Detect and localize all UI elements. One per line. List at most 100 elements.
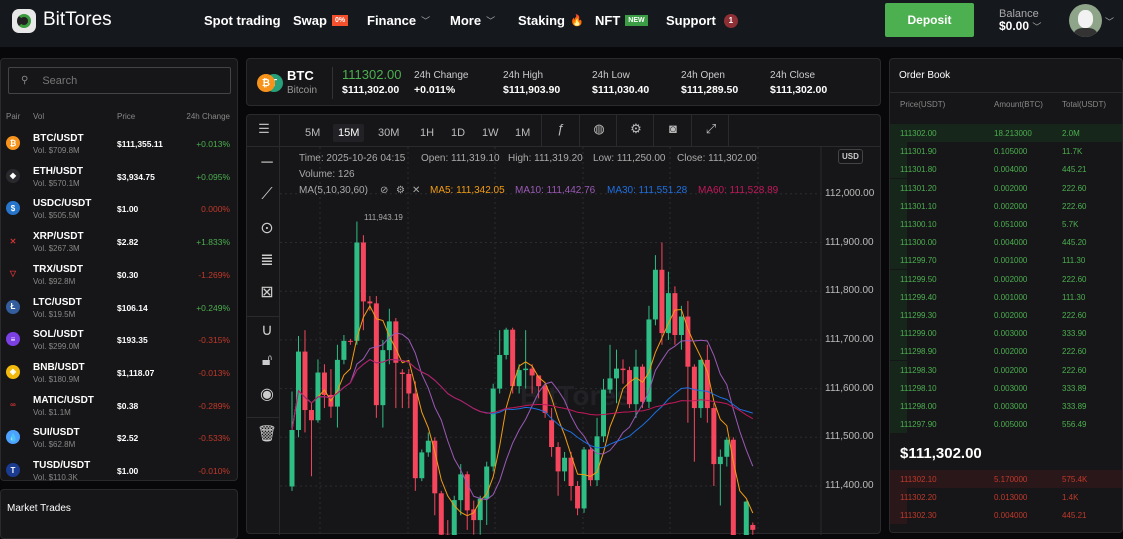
nav-finance[interactable]: Finance﹀ — [367, 13, 430, 28]
chevron-down-icon: ﹀ — [486, 14, 495, 27]
order-book-row[interactable]: 111301.10 0.002000 222.60 — [890, 197, 1122, 215]
order-book-row[interactable]: 111298.10 0.003000 333.89 — [890, 379, 1122, 397]
pair-row[interactable]: T TUSD/USDT Vol. $110.3K $1.00 -0.010% — [1, 455, 237, 488]
nav-staking[interactable]: Staking🔥 — [518, 13, 584, 28]
candle-body — [504, 330, 509, 355]
y-tick-label: 111,400.00 — [825, 480, 874, 491]
order-book-row[interactable]: 111298.90 0.002000 222.60 — [890, 342, 1122, 360]
pair-change: 0.000% — [201, 204, 230, 214]
order-book-row[interactable]: 111302.20 0.013000 1.4K — [890, 488, 1122, 506]
order-book-row[interactable]: 111298.00 0.003000 333.89 — [890, 397, 1122, 415]
screenshot-camera-icon[interactable]: ◙ — [661, 121, 685, 141]
ma-close-icon[interactable]: ✕ — [412, 185, 420, 196]
candle-body — [692, 367, 697, 408]
pair-row[interactable]: 💧 SUI/USDT Vol. $62.8M $2.52 -0.533% — [1, 422, 237, 455]
timeframe-30m[interactable]: 30M — [373, 124, 404, 142]
order-total: 222.60 — [1062, 184, 1086, 193]
currency-badge[interactable]: USD — [838, 149, 863, 164]
pair-row[interactable]: ∞ MATIC/USDT Vol. $1.1M $0.38 -0.289% — [1, 390, 237, 423]
order-book-row[interactable]: 111299.40 0.001000 111.30 — [890, 288, 1122, 306]
pair-row[interactable]: ≡ SOL/USDT Vol. $299.0M $193.35 -0.315% — [1, 324, 237, 357]
order-book-row[interactable]: 111297.90 0.005000 556.49 — [890, 415, 1122, 433]
unlock-icon[interactable]: 🔓︎ — [255, 352, 279, 376]
order-book-panel: Order Book Price(USDT) Amount(BTC) Total… — [889, 58, 1123, 533]
order-book-row[interactable]: 111301.80 0.004000 445.21 — [890, 160, 1122, 178]
pair-row[interactable]: ◈ BNB/USDT Vol. $180.9M $1,118.07 -0.013… — [1, 357, 237, 390]
order-price: 111300.10 — [900, 220, 937, 229]
pair-row[interactable]: Ł LTC/USDT Vol. $19.5M $106.14 +0.249% — [1, 292, 237, 325]
order-book-row[interactable]: 111302.00 18.213000 2.0M — [890, 124, 1122, 142]
pair-row[interactable]: ◆ ETH/USDT Vol. $570.1M $3,934.75 +0.095… — [1, 161, 237, 194]
order-book-row[interactable]: 111302.10 5.170000 575.4K — [890, 470, 1122, 488]
candle-body — [361, 243, 366, 302]
ma-hide-eye-icon[interactable]: ⊘ — [380, 185, 388, 196]
pair-change: -0.010% — [198, 466, 230, 476]
timeframe-1w[interactable]: 1W — [477, 124, 504, 142]
circle-tool-icon[interactable]: ⊙ — [255, 218, 279, 242]
pair-price: $111,355.11 — [117, 139, 163, 149]
pair-name: TUSD/USDT — [33, 460, 90, 471]
candlestick-chart[interactable]: BitTores — [280, 147, 880, 535]
order-total: 11.7K — [1062, 147, 1082, 156]
pair-volume: Vol. $62.8M — [33, 440, 75, 449]
pair-row[interactable]: ▽ TRX/USDT Vol. $92.8M $0.30 -1.269% — [1, 259, 237, 292]
order-book-row[interactable]: 111300.10 0.051000 5.7K — [890, 215, 1122, 233]
collapse-sidebar-icon[interactable]: ☰ — [252, 121, 276, 141]
order-book-row[interactable]: 111299.70 0.001000 111.30 — [890, 251, 1122, 269]
indicator-fx-icon[interactable]: ƒ — [549, 121, 573, 141]
nav-spot-trading[interactable]: Spot trading — [204, 13, 281, 28]
order-book-row[interactable]: 111301.20 0.002000 222.60 — [890, 179, 1122, 197]
order-price: 111298.30 — [900, 366, 937, 375]
chevron-down-icon[interactable]: ﹀ — [1105, 15, 1114, 28]
eye-icon[interactable]: ◉ — [255, 384, 279, 408]
candle-body — [640, 367, 645, 402]
search-input[interactable]: ⚲ Search — [8, 67, 231, 94]
timezone-globe-icon[interactable]: ◍ — [587, 121, 611, 141]
order-book-row[interactable]: 111299.30 0.002000 222.60 — [890, 306, 1122, 324]
timeframe-15m[interactable]: 15M — [333, 124, 364, 142]
candle-body — [491, 389, 496, 467]
trash-icon[interactable]: 🗑︎ — [255, 424, 279, 448]
timeframe-1h[interactable]: 1H — [415, 124, 439, 142]
ma-label: MA(5,10,30,60) — [299, 185, 368, 196]
ma-settings-icon[interactable]: ⚙ — [396, 185, 405, 196]
nav-swap[interactable]: Swap0% — [293, 13, 348, 28]
nav-more[interactable]: More﹀ — [450, 13, 495, 28]
order-total: 333.89 — [1062, 402, 1086, 411]
nav-support[interactable]: Support1 — [666, 13, 738, 28]
deposit-button[interactable]: Deposit — [885, 3, 974, 37]
order-total: 445.21 — [1062, 165, 1086, 174]
timeframe-5m[interactable]: 5M — [300, 124, 325, 142]
timeframe-1m[interactable]: 1M — [510, 124, 535, 142]
fullscreen-icon[interactable]: ⤢ — [699, 121, 723, 141]
pair-row[interactable]: ✕ XRP/USDT Vol. $267.3M $2.82 +1.833% — [1, 226, 237, 259]
horizontal-line-tool-icon[interactable]: ─ — [255, 154, 279, 178]
pair-name: BNB/USDT — [33, 362, 85, 373]
trend-line-tool-icon[interactable]: ⟋ — [255, 186, 279, 210]
order-book-row[interactable]: 111299.50 0.002000 222.60 — [890, 270, 1122, 288]
nav-nft[interactable]: NFTNEW — [595, 13, 648, 28]
pair-name: TRX/USDT — [33, 264, 83, 275]
magnet-icon[interactable]: ∪ — [255, 320, 279, 344]
order-book-row[interactable]: 111301.90 0.105000 11.7K — [890, 142, 1122, 160]
settings-gear-icon[interactable]: ⚙ — [624, 121, 648, 141]
pair-row[interactable]: ₿ BTC/USDT Vol. $709.8M $111,355.11 +0.0… — [1, 128, 237, 161]
order-book-row[interactable]: 111299.00 0.003000 333.90 — [890, 324, 1122, 342]
candle-body — [549, 420, 554, 447]
order-amount: 0.003000 — [994, 384, 1027, 393]
candle-body — [290, 430, 295, 486]
timeframe-1d[interactable]: 1D — [446, 124, 470, 142]
order-book-row[interactable]: 111300.00 0.004000 445.20 — [890, 233, 1122, 251]
parallel-lines-tool-icon[interactable]: ≣ — [255, 250, 279, 274]
stat-label: 24h Close — [770, 70, 815, 81]
logo-icon[interactable] — [12, 9, 36, 33]
brand-name[interactable]: BitTores — [43, 9, 112, 31]
pattern-tool-icon[interactable]: ⊠ — [255, 282, 279, 306]
order-book-row[interactable]: 111302.30 0.004000 445.21 — [890, 506, 1122, 524]
pair-row[interactable]: $ USDC/USDT Vol. $505.5M $1.00 0.000% — [1, 193, 237, 226]
order-book-row[interactable]: 111298.30 0.002000 222.60 — [890, 361, 1122, 379]
stat-label: 24h Low — [592, 70, 630, 81]
ma10-line — [292, 333, 753, 500]
avatar[interactable] — [1069, 4, 1102, 37]
balance-dropdown[interactable]: $0.00 ﹀ — [999, 19, 1041, 33]
